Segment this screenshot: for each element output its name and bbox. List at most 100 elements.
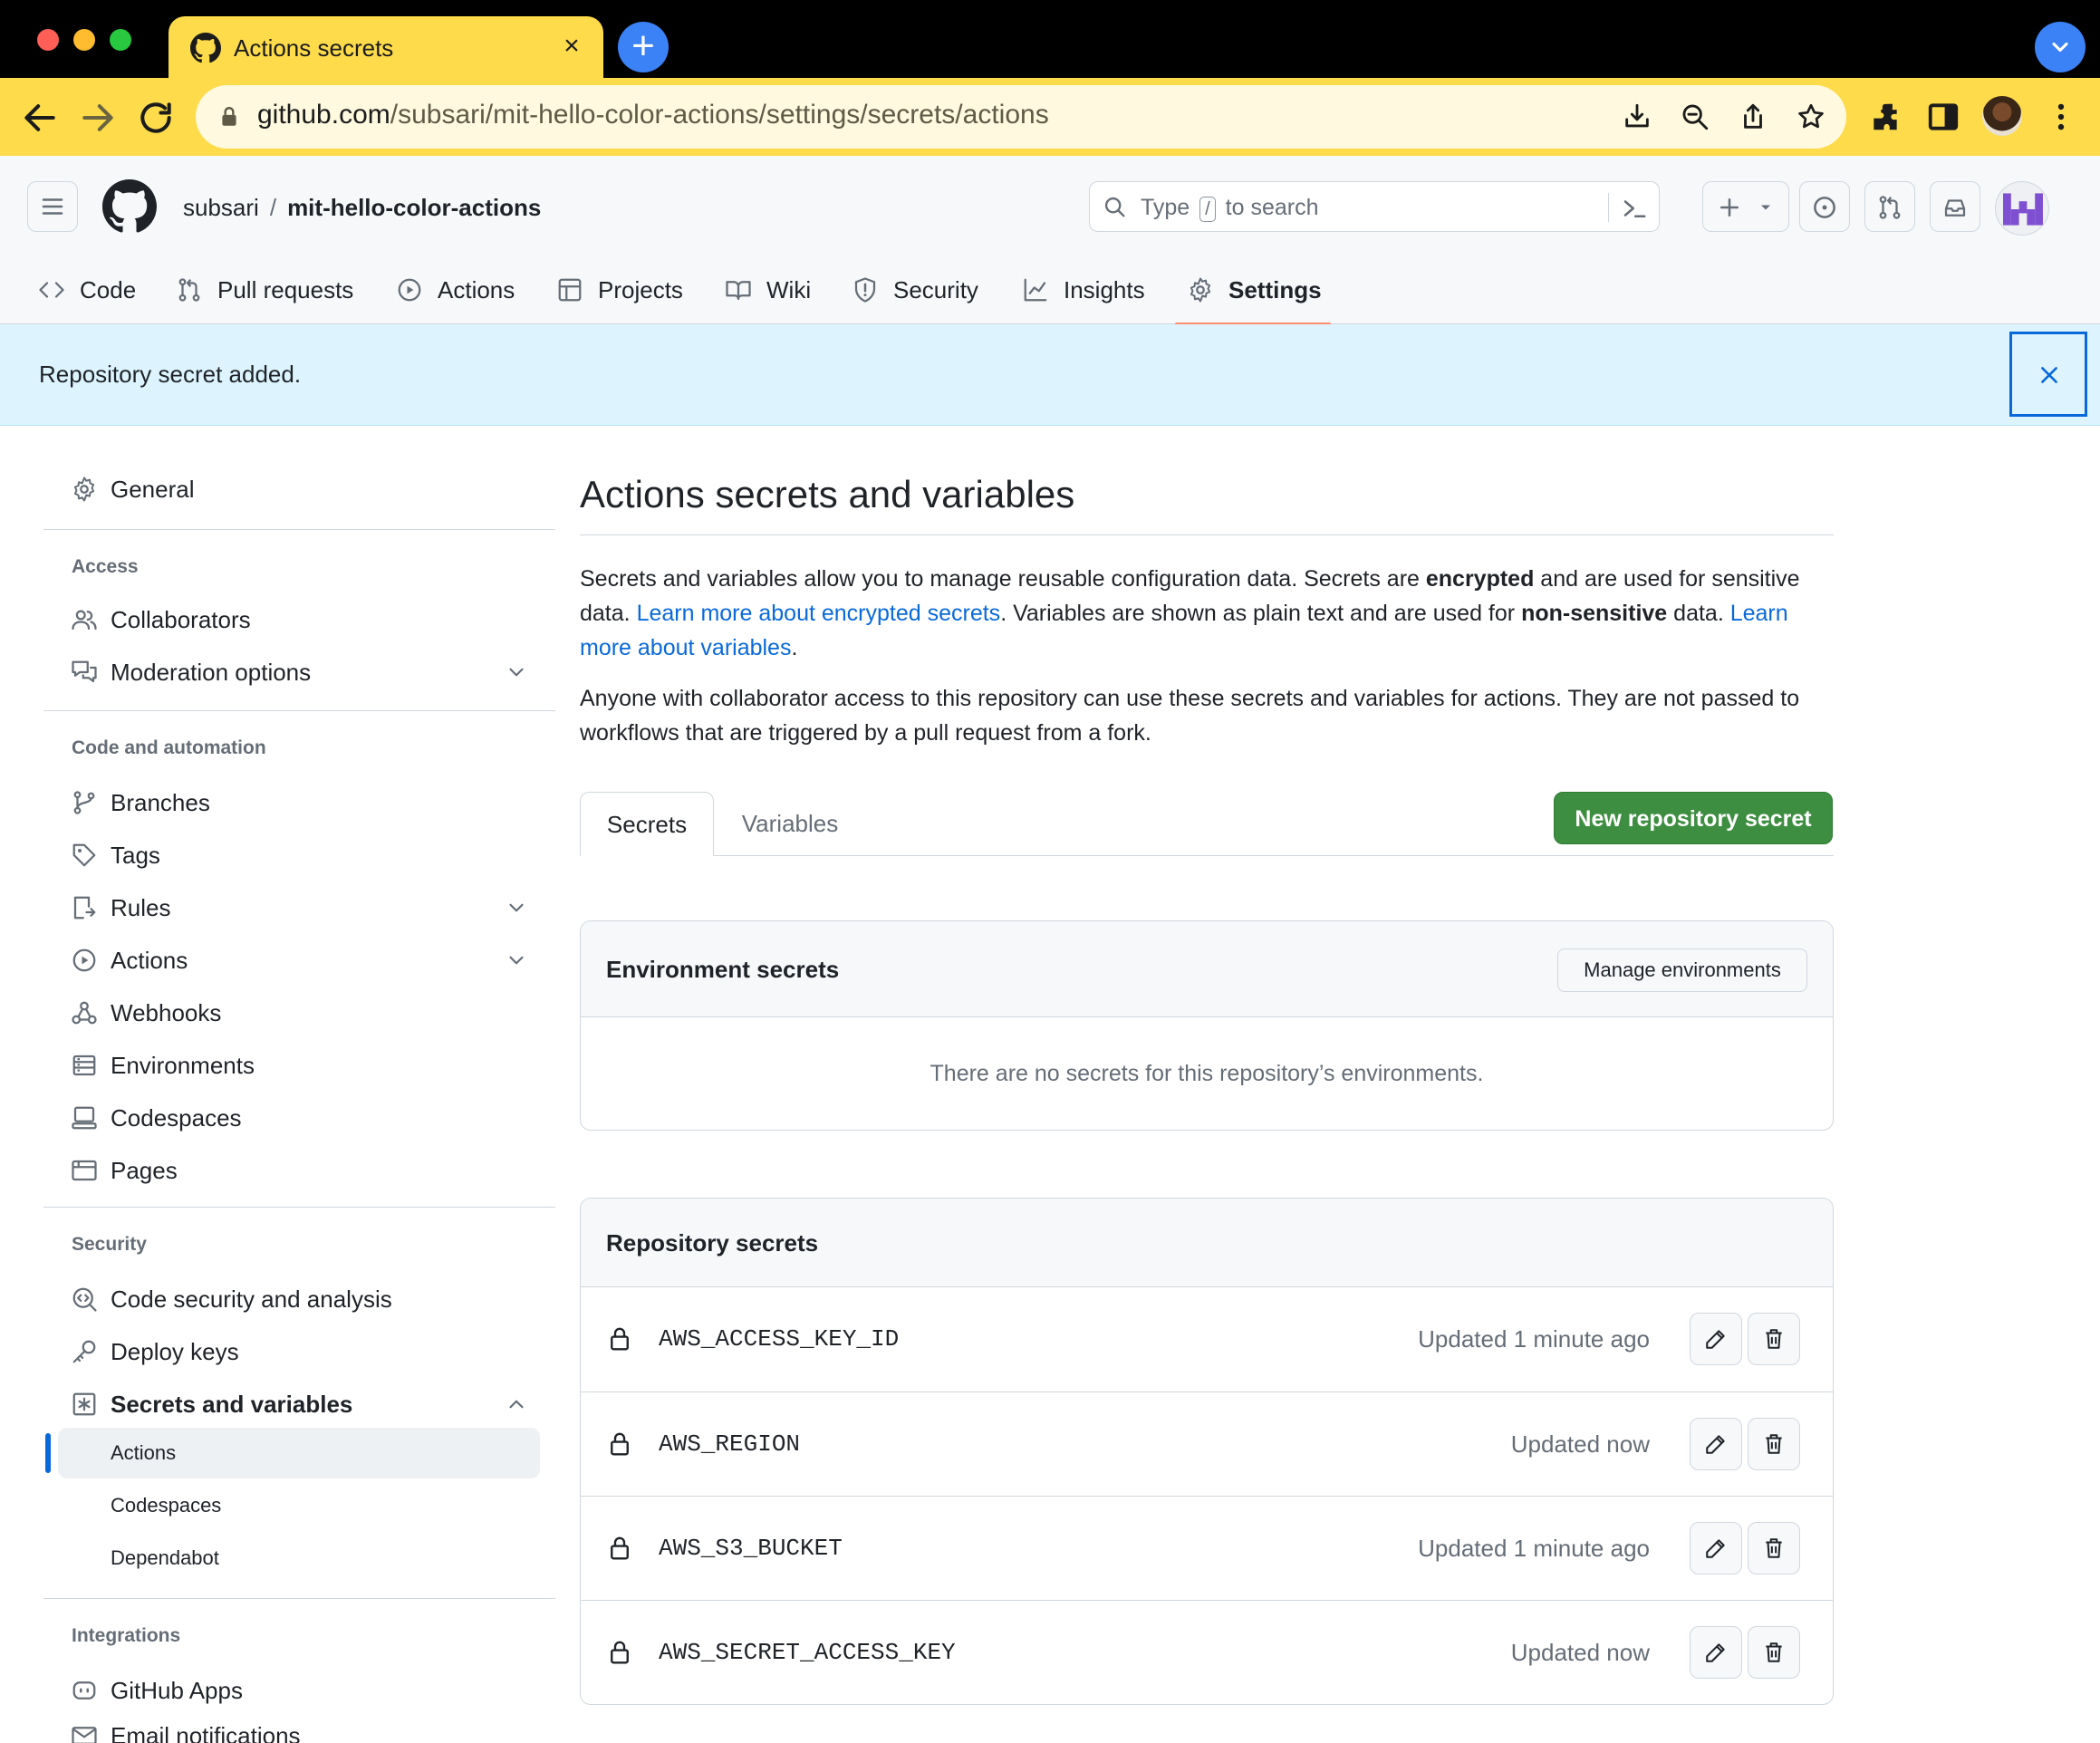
manage-environments-button[interactable]: Manage environments xyxy=(1557,949,1807,992)
repository-secrets-title: Repository secrets xyxy=(606,1229,819,1257)
sidebar-item-code-security[interactable]: Code security and analysis xyxy=(43,1276,555,1323)
flash-message: Repository secret added. xyxy=(39,361,302,388)
browser-profile-avatar[interactable] xyxy=(1982,96,2022,136)
repo-navigation: Code Pull requests Actions Projects Wiki… xyxy=(0,255,1359,324)
sidebar-item-pages[interactable]: Pages xyxy=(43,1147,555,1194)
zoom-icon[interactable] xyxy=(1680,101,1710,132)
sidebar-item-actions[interactable]: Actions xyxy=(43,937,555,984)
tab-actions[interactable]: Actions xyxy=(396,255,515,324)
settings-sidebar: General Access Collaborators Moderation … xyxy=(43,426,555,1743)
command-palette-icon[interactable] xyxy=(1621,195,1648,222)
global-menu-button[interactable] xyxy=(27,181,78,232)
search-input[interactable]: Type / to search xyxy=(1089,181,1660,232)
close-tab-icon[interactable]: × xyxy=(556,31,587,62)
lock-icon[interactable] xyxy=(217,105,241,129)
sidebar-item-webhooks[interactable]: Webhooks xyxy=(43,989,555,1036)
extensions-icon[interactable] xyxy=(1868,100,1903,134)
sidebar-item-github-apps[interactable]: GitHub Apps xyxy=(43,1667,555,1714)
sidebar-subitem-codespaces[interactable]: Codespaces xyxy=(58,1480,540,1531)
owner-link[interactable]: subsari xyxy=(183,194,259,221)
sidebar-divider xyxy=(43,1207,555,1208)
tab-settings[interactable]: Settings xyxy=(1187,255,1322,324)
sidebar-item-collaborators[interactable]: Collaborators xyxy=(43,596,555,643)
table-row: AWS_S3_BUCKET Updated 1 minute ago xyxy=(581,1496,1833,1600)
close-window-button[interactable] xyxy=(37,29,59,51)
tab-wiki[interactable]: Wiki xyxy=(725,255,811,324)
repository-secrets-header: Repository secrets xyxy=(581,1199,1833,1287)
maximize-window-button[interactable] xyxy=(110,29,131,51)
inbox-button[interactable] xyxy=(1930,181,1980,232)
tab-pull-requests[interactable]: Pull requests xyxy=(176,255,353,324)
new-repository-secret-button[interactable]: New repository secret xyxy=(1554,792,1833,844)
lock-icon xyxy=(611,1641,629,1664)
tag-icon xyxy=(72,843,96,867)
tab-variables[interactable]: Variables xyxy=(714,792,866,855)
title-divider xyxy=(580,534,1834,535)
sidebar-heading-security: Security xyxy=(72,1234,147,1255)
new-tab-button[interactable]: + xyxy=(618,22,669,72)
tab-wiki-label: Wiki xyxy=(766,275,812,303)
sidebar-item-branches[interactable]: Branches xyxy=(43,779,555,826)
chevron-down-icon xyxy=(509,668,524,677)
tab-search-button[interactable] xyxy=(2035,22,2086,72)
bookmark-star-icon[interactable] xyxy=(1796,101,1826,132)
url-text[interactable]: github.com/subsari/mit-hello-color-actio… xyxy=(257,100,1049,130)
sidebar-subitem-actions[interactable]: Actions xyxy=(58,1428,540,1478)
sidebar-heading-code-automation: Code and automation xyxy=(72,737,266,758)
intro-paragraph: Secrets and variables allow you to manag… xyxy=(580,566,1800,660)
delete-secret-button[interactable] xyxy=(1748,1418,1800,1470)
sidebar-item-deploy-keys[interactable]: Deploy keys xyxy=(43,1328,555,1375)
edit-secret-button[interactable] xyxy=(1690,1522,1742,1574)
sidebar-item-secrets-variables[interactable]: Secrets and variables xyxy=(43,1381,555,1428)
flash-notice: Repository secret added. xyxy=(0,324,2100,426)
breadcrumb-separator: / xyxy=(269,194,277,221)
tab-code[interactable]: Code xyxy=(38,255,136,324)
codescan-icon xyxy=(72,1287,97,1312)
repo-link[interactable]: mit-hello-color-actions xyxy=(287,194,541,221)
tab-projects[interactable]: Projects xyxy=(556,255,683,324)
pull-requests-button[interactable] xyxy=(1864,181,1915,232)
issues-button[interactable] xyxy=(1799,181,1850,232)
forward-arrow-icon[interactable] xyxy=(78,98,118,138)
delete-secret-button[interactable] xyxy=(1748,1313,1800,1365)
create-new-button[interactable] xyxy=(1702,181,1789,232)
sidebar-item-codespaces[interactable]: Codespaces xyxy=(43,1094,555,1141)
tab-insights[interactable]: Insights xyxy=(1022,255,1145,324)
close-icon xyxy=(2041,367,2057,383)
install-app-icon[interactable] xyxy=(1622,101,1652,132)
edit-secret-button[interactable] xyxy=(1690,1626,1742,1679)
sidebar-item-moderation[interactable]: Moderation options xyxy=(43,649,555,696)
github-logo-icon[interactable] xyxy=(102,179,157,234)
address-bar[interactable]: github.com/subsari/mit-hello-color-actio… xyxy=(196,85,1846,149)
side-panel-icon[interactable] xyxy=(1926,100,1960,134)
edit-secret-button[interactable] xyxy=(1690,1313,1742,1365)
edit-secret-button[interactable] xyxy=(1690,1418,1742,1470)
tab-security[interactable]: Security xyxy=(852,255,978,324)
browser-tab-title: Actions secrets xyxy=(234,34,394,62)
sidebar-item-general[interactable]: General xyxy=(43,466,555,513)
delete-secret-button[interactable] xyxy=(1748,1522,1800,1574)
minimize-window-button[interactable] xyxy=(73,29,95,51)
tab-secrets[interactable]: Secrets xyxy=(580,792,714,856)
sidebar-item-tags[interactable]: Tags xyxy=(43,832,555,879)
sidebar-subitem-dependabot[interactable]: Dependabot xyxy=(58,1533,540,1584)
delete-secret-button[interactable] xyxy=(1748,1626,1800,1679)
dismiss-flash-button[interactable] xyxy=(2009,332,2087,417)
sidebar-item-label: Deploy keys xyxy=(111,1337,239,1365)
sidebar-item-rules[interactable]: Rules xyxy=(43,884,555,931)
sidebar-item-email-notifications[interactable]: Email notifications xyxy=(43,1712,555,1743)
tab-code-label: Code xyxy=(80,275,137,303)
reload-icon[interactable] xyxy=(136,98,176,138)
browser-tab-bar: Actions secrets × + xyxy=(0,0,2100,78)
browser-tab-active[interactable]: Actions secrets × xyxy=(169,16,603,78)
secret-updated: Updated 1 minute ago xyxy=(1418,1535,1650,1562)
encrypted-secrets-link[interactable]: Learn more about encrypted secrets xyxy=(637,601,1001,626)
secret-name: AWS_REGION xyxy=(659,1430,801,1458)
sidebar-item-environments[interactable]: Environments xyxy=(43,1042,555,1089)
more-vertical-icon[interactable] xyxy=(2044,100,2078,134)
user-avatar[interactable] xyxy=(1995,181,2049,236)
github-favicon-icon xyxy=(190,33,221,63)
share-icon[interactable] xyxy=(1738,101,1768,132)
back-arrow-icon[interactable] xyxy=(20,98,60,138)
sidebar-item-label: Code security and analysis xyxy=(111,1285,392,1313)
